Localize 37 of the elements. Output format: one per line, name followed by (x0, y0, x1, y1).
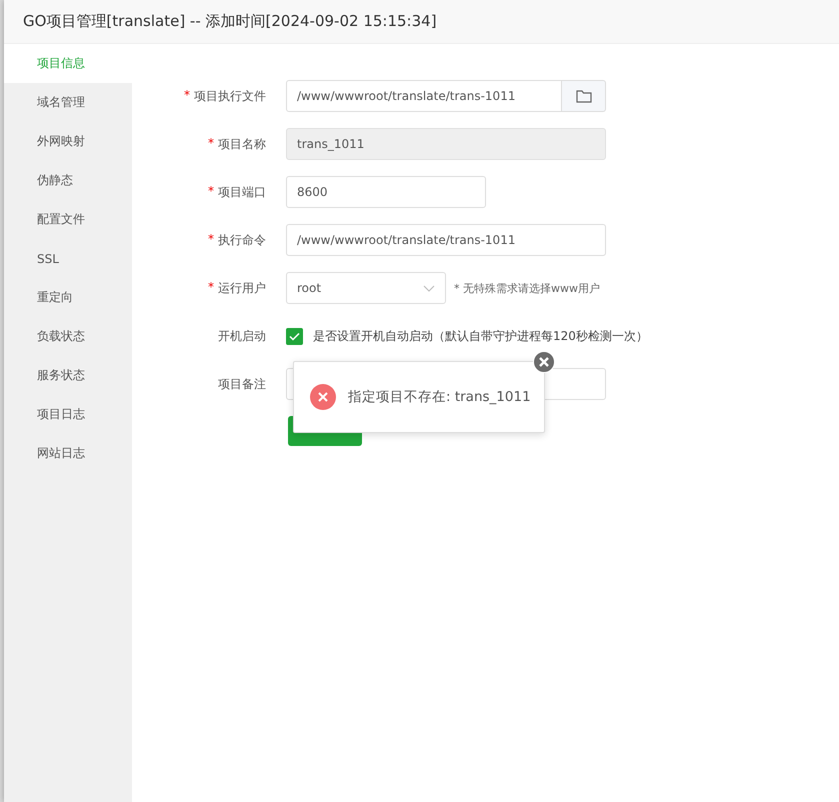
sidebar-item[interactable]: 重定向 (4, 278, 132, 317)
folder-button[interactable] (562, 80, 606, 112)
field-label: 项目备注 (218, 376, 266, 392)
field-label: 项目执行文件 (194, 88, 266, 104)
sidebar-item[interactable]: 域名管理 (4, 83, 132, 122)
field-label: 项目名称 (218, 136, 266, 152)
sidebar-item[interactable]: 服务状态 (4, 356, 132, 395)
error-icon (310, 384, 336, 410)
sidebar-item[interactable]: 网站日志 (4, 434, 132, 473)
field-label: 运行用户 (218, 280, 266, 296)
sidebar-item[interactable]: SSL (4, 239, 132, 278)
user-select[interactable]: root (286, 272, 446, 304)
sidebar-item[interactable]: 伪静态 (4, 161, 132, 200)
sidebar-item[interactable]: 配置文件 (4, 200, 132, 239)
toast-message: 指定项目不存在: trans_1011 (348, 388, 531, 406)
chevron-down-icon (423, 284, 435, 292)
field-label: 开机启动 (218, 328, 266, 344)
required-mark: * (208, 280, 214, 296)
required-mark: * (208, 232, 214, 248)
close-icon[interactable] (533, 351, 555, 373)
field-label: 执行命令 (218, 232, 266, 248)
checkbox[interactable] (286, 328, 303, 344)
checkbox-label: 是否设置开机自动启动（默认自带守护进程每120秒检测一次） (313, 328, 648, 344)
hint-text: * 无特殊需求请选择www用户 (454, 280, 600, 296)
required-mark: * (208, 136, 214, 152)
port-field[interactable]: 8600 (286, 176, 486, 208)
check-icon (289, 332, 300, 340)
field-label: 项目端口 (218, 184, 266, 200)
file-path-field[interactable]: /www/wwwroot/translate/trans-1011 (286, 80, 562, 112)
sidebar-item[interactable]: 负载状态 (4, 317, 132, 356)
required-mark: * (208, 184, 214, 200)
window-title: GO项目管理[translate] -- 添加时间[2024-09-02 15:15:34] (4, 0, 839, 44)
required-mark: * (184, 88, 190, 104)
folder-icon (576, 89, 592, 103)
text-field[interactable]: /www/wwwroot/translate/trans-1011 (286, 224, 606, 256)
sidebar-item[interactable]: 项目日志 (4, 395, 132, 434)
sidebar-item[interactable]: 外网映射 (4, 122, 132, 161)
